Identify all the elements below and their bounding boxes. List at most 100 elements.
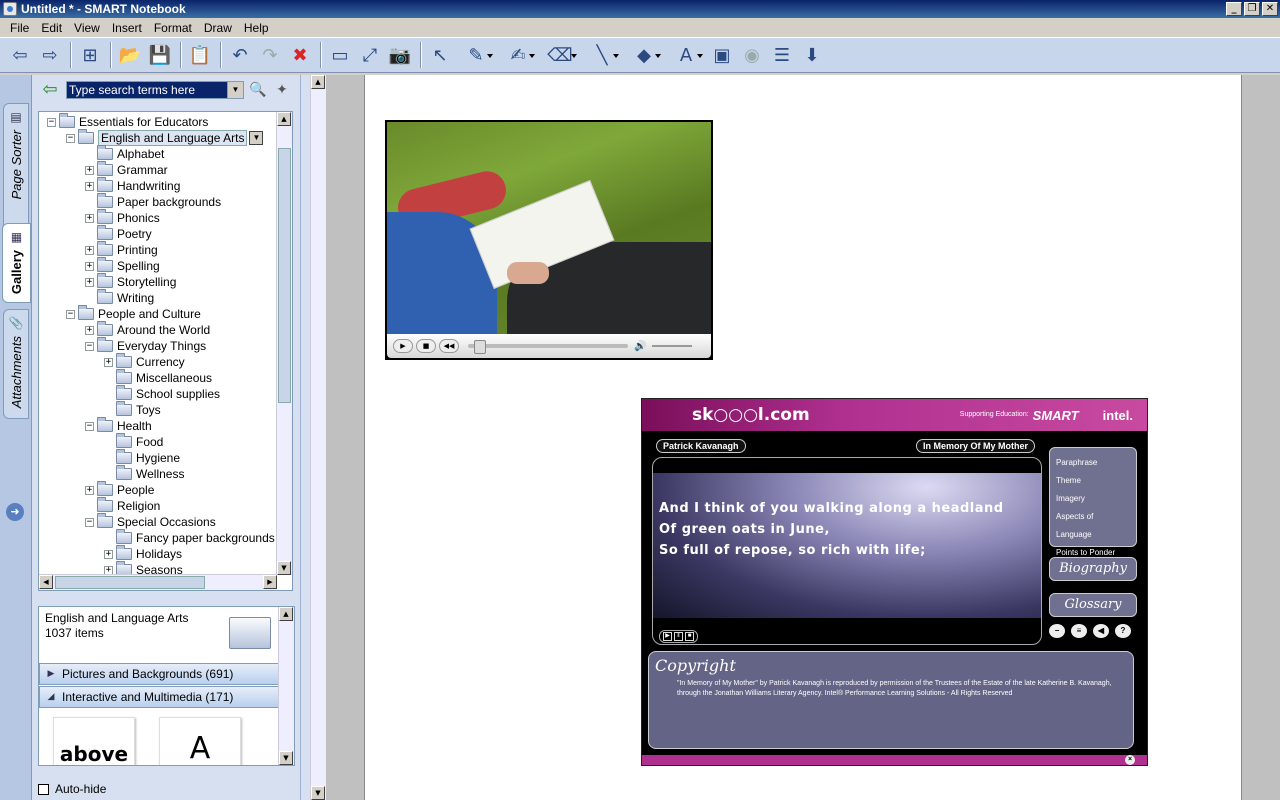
- tree-item[interactable]: + Storytelling: [85, 273, 176, 290]
- tree-item[interactable]: + Currency: [104, 353, 185, 370]
- tree-item[interactable]: Fancy paper backgrounds: [104, 529, 275, 546]
- tree-vertical-scrollbar[interactable]: ▲ ▼: [276, 112, 292, 575]
- previous-page-button[interactable]: ⇦: [6, 41, 34, 69]
- search-dropdown-icon[interactable]: ▼: [227, 82, 243, 98]
- menu-draw[interactable]: Draw: [198, 21, 238, 35]
- category-pictures-backgrounds[interactable]: ▶ Pictures and Backgrounds (691): [39, 663, 279, 685]
- item-menu-icon[interactable]: ▼: [249, 131, 264, 145]
- h-scroll-thumb[interactable]: [55, 576, 205, 589]
- pause-icon[interactable]: ‖: [674, 632, 683, 641]
- volume-icon[interactable]: 🔊: [634, 341, 646, 352]
- biography-button[interactable]: Biography: [1049, 557, 1137, 581]
- tree-item[interactable]: − English and Language Arts ▼: [66, 129, 264, 146]
- stop-icon[interactable]: ■: [416, 339, 436, 353]
- tree-item[interactable]: + Holidays: [104, 545, 182, 562]
- collapse-icon[interactable]: −: [85, 517, 94, 527]
- expand-icon[interactable]: +: [85, 261, 94, 271]
- stop-icon[interactable]: ■: [685, 632, 694, 641]
- properties-button[interactable]: ▣: [708, 41, 736, 69]
- expand-icon[interactable]: +: [85, 325, 94, 335]
- tree-item[interactable]: Toys: [104, 401, 161, 418]
- delete-button[interactable]: ✖: [286, 41, 314, 69]
- tree-item[interactable]: Alphabet: [85, 145, 164, 162]
- tab-page-sorter[interactable]: ▤ Page Sorter: [3, 103, 29, 233]
- collapse-icon[interactable]: −: [47, 117, 56, 127]
- tree-item[interactable]: Religion: [85, 497, 160, 514]
- toolbar-options-button[interactable]: ☰: [768, 41, 796, 69]
- category-interactive-multimedia[interactable]: ◢ Interactive and Multimedia (171): [39, 686, 279, 708]
- tree-item[interactable]: Food: [104, 433, 163, 450]
- next-page-button[interactable]: ⇨: [36, 41, 64, 69]
- tree-item[interactable]: Hygiene: [104, 449, 180, 466]
- screen-shade-button[interactable]: ▭: [326, 41, 354, 69]
- tree-item[interactable]: + Phonics: [85, 209, 160, 226]
- scroll-down-icon[interactable]: ▼: [277, 561, 291, 575]
- gallery-thumbnail[interactable]: A: [159, 717, 241, 765]
- expand-icon[interactable]: +: [85, 245, 94, 255]
- tree-item[interactable]: Paper backgrounds: [85, 193, 221, 210]
- tree-item[interactable]: Poetry: [85, 225, 152, 242]
- minimize-button[interactable]: _: [1226, 2, 1242, 16]
- tree-item[interactable]: + Grammar: [85, 161, 168, 178]
- tree-item[interactable]: − Essentials for Educators: [47, 113, 208, 130]
- menu-edit[interactable]: Edit: [35, 21, 68, 35]
- restore-button[interactable]: ❐: [1244, 2, 1260, 16]
- collapse-icon[interactable]: −: [66, 133, 75, 143]
- save-button[interactable]: 💾: [146, 41, 174, 69]
- text-button[interactable]: A: [666, 41, 706, 69]
- collapse-icon[interactable]: −: [85, 421, 94, 431]
- undo-button[interactable]: ↶: [226, 41, 254, 69]
- tree-item[interactable]: Writing: [85, 289, 154, 306]
- expand-icon[interactable]: +: [85, 277, 94, 287]
- menu-icon[interactable]: ≡: [1071, 624, 1087, 638]
- tree-item[interactable]: Miscellaneous: [104, 369, 212, 386]
- link-aspects-of-language[interactable]: Aspects of Language: [1056, 508, 1130, 544]
- expand-icon[interactable]: +: [85, 165, 94, 175]
- scroll-left-icon[interactable]: ◀: [39, 575, 53, 589]
- skool-flash-object[interactable]: sk○○○l.com Supporting Education: SMART i…: [641, 398, 1148, 766]
- volume-slider[interactable]: [652, 345, 693, 347]
- tree-item[interactable]: − Health: [85, 417, 152, 434]
- move-toolbar-button[interactable]: ⬇: [798, 41, 826, 69]
- expand-icon[interactable]: +: [85, 485, 94, 495]
- collapse-icon[interactable]: −: [66, 309, 75, 319]
- tree-item[interactable]: + People: [85, 481, 154, 498]
- play-icon[interactable]: ▶: [393, 339, 413, 353]
- link-theme[interactable]: Theme: [1056, 472, 1130, 490]
- creative-pen-button[interactable]: ✍: [498, 41, 538, 69]
- shapes-button[interactable]: ◆: [624, 41, 664, 69]
- play-icon[interactable]: ▶: [663, 632, 672, 641]
- capture-button[interactable]: 📷: [386, 41, 414, 69]
- tab-gallery[interactable]: ▦ Gallery: [2, 223, 31, 303]
- expand-icon[interactable]: +: [85, 181, 94, 191]
- expand-icon[interactable]: +: [104, 357, 113, 367]
- gallery-thumbnail[interactable]: above: [53, 717, 135, 765]
- tree-item[interactable]: + Handwriting: [85, 177, 180, 194]
- scroll-up-icon[interactable]: ▲: [277, 112, 291, 126]
- scroll-down-icon[interactable]: ▼: [279, 751, 293, 765]
- search-input[interactable]: [67, 82, 227, 98]
- menu-format[interactable]: Format: [148, 21, 198, 35]
- video-player[interactable]: ▶ ■ ◀◀ 🔊: [385, 120, 713, 360]
- sound-icon[interactable]: ◀: [1093, 624, 1109, 638]
- paste-button[interactable]: 📋: [186, 41, 214, 69]
- tree-item[interactable]: Wellness: [104, 465, 184, 482]
- panel-splitter[interactable]: [300, 75, 310, 800]
- tree-item[interactable]: − Everyday Things: [85, 337, 206, 354]
- pen-button[interactable]: ✎: [456, 41, 496, 69]
- scroll-thumb[interactable]: [278, 148, 291, 403]
- eraser-button[interactable]: ⌫: [540, 41, 580, 69]
- page-vertical-scrollbar[interactable]: ▲ ▼: [310, 75, 326, 800]
- link-imagery[interactable]: Imagery: [1056, 490, 1130, 508]
- autohide-option[interactable]: Auto-hide: [38, 782, 106, 796]
- menu-help[interactable]: Help: [238, 21, 275, 35]
- search-icon[interactable]: 🔍: [248, 82, 268, 98]
- minus-icon[interactable]: −: [1049, 624, 1065, 638]
- scroll-up-icon[interactable]: ▲: [279, 607, 293, 621]
- collapse-icon[interactable]: −: [85, 341, 94, 351]
- fill-button[interactable]: ◉: [738, 41, 766, 69]
- full-screen-button[interactable]: ⤢: [356, 41, 384, 69]
- back-arrow-icon[interactable]: ⇦: [38, 78, 62, 102]
- expand-icon[interactable]: +: [85, 213, 94, 223]
- seek-bar[interactable]: [468, 340, 628, 354]
